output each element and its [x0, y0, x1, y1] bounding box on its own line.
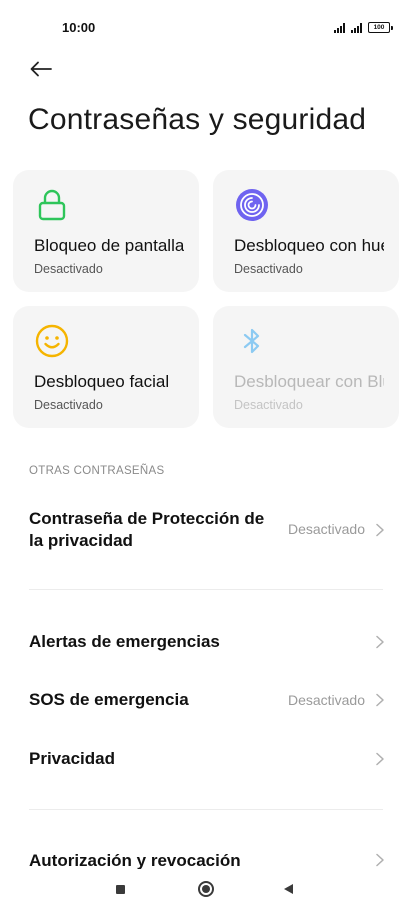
card-title: Desbloqueo facial: [34, 372, 170, 391]
row-label: Alertas de emergencias: [29, 632, 220, 651]
chevron-right-icon: [376, 523, 384, 537]
card-face-unlock[interactable]: Desbloqueo facial Desactivado: [13, 306, 199, 428]
card-status: Desactivado: [234, 398, 303, 412]
section-header-other-passwords: OTRAS CONTRASEÑAS: [29, 465, 165, 477]
card-status: Desactivado: [34, 398, 103, 412]
chevron-right-icon: [376, 635, 384, 649]
row-label: Privacidad: [29, 749, 115, 768]
row-emergency-sos[interactable]: SOS de emergencia Desactivado: [29, 688, 385, 712]
row-value: Desactivado: [287, 692, 365, 708]
page-title: Contraseñas y seguridad: [28, 103, 367, 136]
recent-apps-button[interactable]: [116, 885, 125, 894]
row-value: Desactivado: [287, 521, 365, 537]
battery-level: 100: [373, 24, 385, 31]
divider: [29, 809, 383, 810]
chevron-right-icon: [376, 853, 384, 867]
status-time: 10:00: [62, 20, 96, 35]
lock-icon: [38, 189, 66, 221]
row-label-line: Contraseña de Protección de: [29, 509, 265, 528]
card-title: Bloqueo de pantalla: [34, 236, 184, 255]
card-title: Desbloqueo con huella: [234, 236, 384, 255]
card-screen-lock[interactable]: Bloqueo de pantalla Desactivado: [13, 170, 199, 292]
back-button[interactable]: [26, 54, 56, 84]
home-button[interactable]: [198, 881, 214, 897]
row-emergency-alerts[interactable]: Alertas de emergencias: [29, 630, 385, 654]
chevron-right-icon: [376, 752, 384, 766]
battery-icon: 100: [368, 22, 393, 33]
row-label-line: la privacidad: [29, 531, 133, 550]
back-arrow-icon: [30, 61, 52, 77]
fingerprint-icon: [236, 189, 268, 221]
nav-back-button[interactable]: [284, 884, 293, 894]
face-icon: [35, 324, 69, 358]
chevron-right-icon: [376, 693, 384, 707]
card-status: Desactivado: [234, 262, 303, 276]
divider: [29, 589, 383, 590]
row-privacy-protection-password[interactable]: Contraseña de Protección de la privacida…: [29, 506, 385, 554]
signal-icon: [334, 22, 345, 33]
row-privacy[interactable]: Privacidad: [29, 747, 385, 771]
signal-icon: [351, 22, 362, 33]
screen: 10:00 100 Contraseñas y seguridad Bloque…: [0, 0, 412, 915]
navigation-bar: [0, 869, 412, 915]
status-bar: 10:00 100: [0, 0, 412, 56]
card-bluetooth-unlock[interactable]: Desbloquear con Bluetooth Desactivado: [213, 306, 399, 428]
bluetooth-icon: [243, 328, 260, 354]
row-label: Contraseña de Protección de la privacida…: [29, 508, 264, 552]
card-title: Desbloquear con Bluetooth: [234, 372, 384, 391]
row-label: SOS de emergencia: [29, 690, 189, 709]
card-fingerprint-unlock[interactable]: Desbloqueo con huella Desactivado: [213, 170, 399, 292]
status-icons: 100: [334, 22, 393, 33]
card-status: Desactivado: [34, 262, 103, 276]
